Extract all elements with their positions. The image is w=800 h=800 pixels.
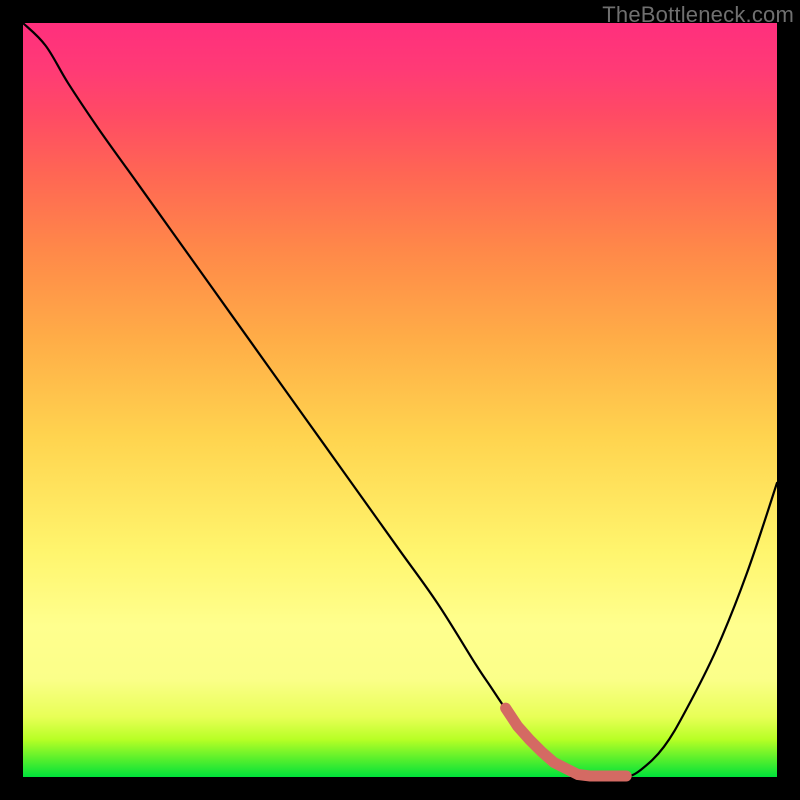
plot-area [23, 23, 777, 777]
chart-frame: TheBottleneck.com [0, 0, 800, 800]
bottleneck-curve [23, 23, 777, 777]
